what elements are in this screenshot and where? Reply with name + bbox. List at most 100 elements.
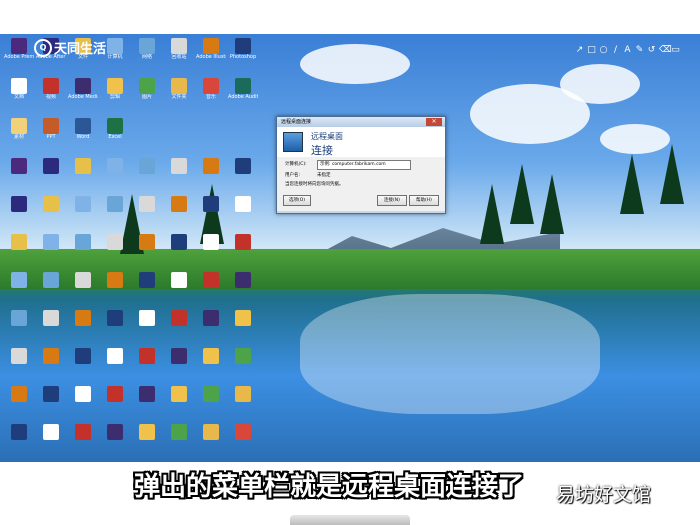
desktop-icon[interactable]: [132, 196, 162, 232]
desktop-icon[interactable]: [100, 158, 130, 194]
desktop-icon[interactable]: [36, 234, 66, 270]
pen-tool-icon[interactable]: ▭: [671, 45, 680, 55]
desktop-icon[interactable]: [100, 196, 130, 232]
desktop-icon[interactable]: [68, 158, 98, 194]
desktop-icon[interactable]: [228, 272, 258, 308]
desktop-icon[interactable]: [68, 424, 98, 460]
desktop-icon[interactable]: [196, 348, 226, 384]
desktop-icon[interactable]: Adobe Media Encoder: [68, 78, 98, 114]
desktop-icon[interactable]: 网络: [132, 38, 162, 74]
desktop-icon[interactable]: Adobe Audition: [228, 78, 258, 114]
desktop-icon[interactable]: [36, 158, 66, 194]
desktop-icon[interactable]: Adobe Illustrator: [196, 38, 226, 74]
desktop-icon[interactable]: [4, 310, 34, 346]
desktop-icon[interactable]: 剪辑: [100, 78, 130, 114]
desktop-icon[interactable]: [68, 310, 98, 346]
desktop-icon[interactable]: [228, 310, 258, 346]
desktop-icon[interactable]: 视频: [36, 78, 66, 114]
close-button[interactable]: ✕: [426, 118, 442, 126]
desktop-icon[interactable]: [132, 272, 162, 308]
pen-tool-icon[interactable]: ○: [599, 45, 608, 55]
desktop-icon[interactable]: [100, 272, 130, 308]
app-icon: [43, 234, 59, 250]
desktop-icon[interactable]: [196, 424, 226, 460]
desktop-icon[interactable]: [164, 348, 194, 384]
desktop-icon[interactable]: [4, 158, 34, 194]
desktop-icon[interactable]: [4, 424, 34, 460]
desktop-icon[interactable]: [4, 196, 34, 232]
desktop-icon[interactable]: [68, 196, 98, 232]
desktop-icon[interactable]: 图片: [132, 78, 162, 114]
desktop-icon[interactable]: [100, 310, 130, 346]
desktop-icon[interactable]: [228, 348, 258, 384]
desktop-icon[interactable]: [228, 386, 258, 422]
pen-tool-icon[interactable]: □: [587, 45, 596, 55]
help-button[interactable]: 帮助(H): [409, 195, 439, 206]
desktop-icon[interactable]: 文件夹: [164, 78, 194, 114]
desktop-icon[interactable]: Excel: [100, 118, 130, 154]
desktop-icon[interactable]: [164, 272, 194, 308]
desktop-icon[interactable]: [4, 348, 34, 384]
desktop-icon[interactable]: Word: [68, 118, 98, 154]
desktop-icon[interactable]: 回收站: [164, 38, 194, 74]
desktop-icon[interactable]: [100, 386, 130, 422]
app-icon: [43, 348, 59, 364]
desktop-icon[interactable]: Photoshop: [228, 38, 258, 74]
desktop-icon[interactable]: [36, 386, 66, 422]
desktop-icon[interactable]: [68, 348, 98, 384]
pen-tool-icon[interactable]: ↺: [647, 45, 656, 55]
desktop-icon[interactable]: 音乐: [196, 78, 226, 114]
desktop-icon[interactable]: [68, 272, 98, 308]
desktop-icon[interactable]: [196, 158, 226, 194]
desktop-icon[interactable]: [164, 310, 194, 346]
desktop-icon[interactable]: [164, 234, 194, 270]
desktop-icon[interactable]: [164, 386, 194, 422]
desktop-icon[interactable]: 文档: [4, 78, 34, 114]
desktop-icon[interactable]: [4, 386, 34, 422]
desktop-icon[interactable]: Adobe Premiere: [4, 38, 34, 74]
desktop-icon[interactable]: [196, 196, 226, 232]
cloud: [300, 44, 410, 84]
desktop-icon[interactable]: [132, 424, 162, 460]
desktop-icon[interactable]: PPT: [36, 118, 66, 154]
desktop-icon[interactable]: [36, 310, 66, 346]
desktop-icon[interactable]: [68, 386, 98, 422]
desktop-icon[interactable]: [132, 310, 162, 346]
desktop-icon[interactable]: [228, 424, 258, 460]
desktop-icon[interactable]: [164, 158, 194, 194]
computer-input[interactable]: 示例: computer.fabrikam.com: [317, 160, 411, 170]
desktop-icon[interactable]: [196, 310, 226, 346]
desktop-icon[interactable]: [164, 196, 194, 232]
desktop-icon[interactable]: [132, 158, 162, 194]
desktop-icon[interactable]: [4, 234, 34, 270]
desktop-icon[interactable]: [68, 234, 98, 270]
desktop-icon[interactable]: [100, 234, 130, 270]
desktop-icon[interactable]: [132, 234, 162, 270]
connect-button[interactable]: 连接(N): [377, 195, 407, 206]
pen-tool-icon[interactable]: ↗: [575, 45, 584, 55]
desktop-icon[interactable]: [36, 272, 66, 308]
desktop-icon[interactable]: [196, 386, 226, 422]
desktop-icon[interactable]: [36, 424, 66, 460]
pen-tool-icon[interactable]: ⌫: [659, 45, 672, 55]
pen-tool-icon[interactable]: A: [623, 45, 632, 55]
desktop-icon-label: 图片: [141, 94, 152, 100]
pen-tool-icon[interactable]: ✎: [635, 45, 644, 55]
desktop-icon[interactable]: [228, 234, 258, 270]
annotation-toolbar: ↗ □ ○ / A ✎ ↺ ⌫▭: [575, 37, 697, 55]
pen-tool-icon[interactable]: /: [611, 45, 620, 55]
desktop-icon[interactable]: [100, 348, 130, 384]
desktop-icon[interactable]: [36, 196, 66, 232]
desktop-icon[interactable]: [196, 272, 226, 308]
desktop-icon[interactable]: [4, 272, 34, 308]
desktop-icon[interactable]: [196, 234, 226, 270]
desktop-icon[interactable]: [164, 424, 194, 460]
desktop-icon[interactable]: [132, 348, 162, 384]
desktop-icon[interactable]: [228, 196, 258, 232]
desktop-icon[interactable]: 素材: [4, 118, 34, 154]
desktop-icon[interactable]: [132, 386, 162, 422]
desktop-icon[interactable]: [100, 424, 130, 460]
desktop-icon[interactable]: [36, 348, 66, 384]
options-button[interactable]: 选项(O): [283, 195, 311, 206]
desktop-icon[interactable]: [228, 158, 258, 194]
